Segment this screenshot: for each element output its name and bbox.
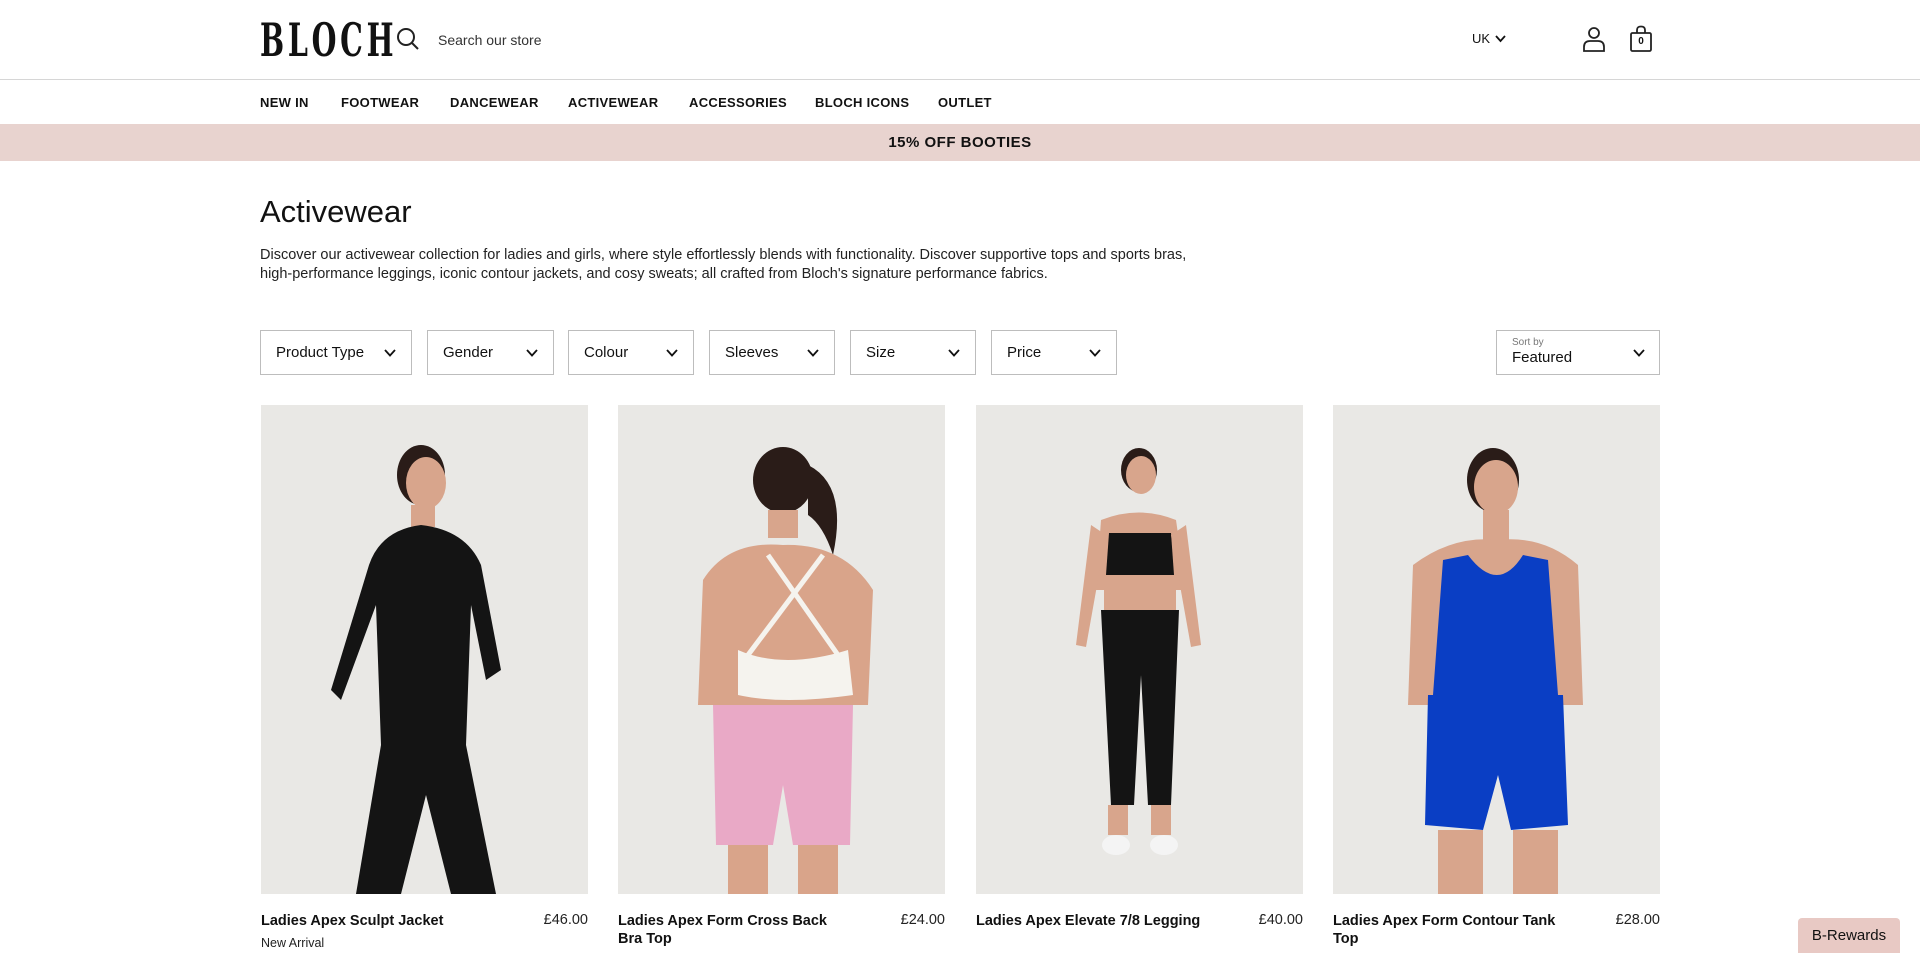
chevron-down-icon: [384, 348, 396, 357]
chevron-down-icon: [948, 348, 960, 357]
region-label: UK: [1472, 31, 1491, 46]
product-image[interactable]: [618, 405, 945, 894]
product-price: £24.00: [900, 912, 945, 928]
filter-label: Price: [1007, 344, 1042, 361]
product-badge: New Arrival: [261, 936, 325, 950]
filter-gender[interactable]: Gender: [427, 330, 554, 375]
product-info: Ladies Apex Form Contour Tank Top £28.00: [1333, 912, 1660, 948]
nav-item-footwear[interactable]: FOOTWEAR: [341, 95, 419, 110]
product-image[interactable]: [976, 405, 1303, 894]
promo-banner[interactable]: 15% OFF BOOTIES: [0, 124, 1920, 161]
nav-item-accessories[interactable]: ACCESSORIES: [689, 95, 787, 110]
product-info: Ladies Apex Sculpt Jacket £46.00: [261, 912, 588, 930]
filter-size[interactable]: Size: [850, 330, 976, 375]
filter-label: Product Type: [276, 344, 365, 361]
nav-item-bloch-icons[interactable]: BLOCH ICONS: [815, 95, 909, 110]
filter-sleeves[interactable]: Sleeves: [709, 330, 835, 375]
product-price: £40.00: [1258, 912, 1303, 928]
filter-colour[interactable]: Colour: [568, 330, 694, 375]
sort-value: Featured: [1512, 349, 1573, 366]
chevron-down-icon: [1089, 348, 1101, 357]
search-icon[interactable]: [395, 26, 421, 52]
product-price: £28.00: [1615, 912, 1660, 928]
filter-product-type[interactable]: Product Type: [260, 330, 412, 375]
nav-item-activewear[interactable]: ACTIVEWEAR: [568, 95, 658, 110]
page-title: Activewear: [260, 194, 412, 229]
sort-dropdown[interactable]: Sort by Featured: [1496, 330, 1660, 375]
product-name[interactable]: Ladies Apex Form Cross Back Bra Top: [618, 912, 848, 948]
product-card[interactable]: Ladies Apex Form Contour Tank Top £28.00: [1333, 405, 1660, 948]
nav-item-new-in[interactable]: NEW IN: [260, 95, 309, 110]
product-info: Ladies Apex Elevate 7/8 Legging £40.00: [976, 912, 1303, 930]
promo-text: 15% OFF BOOTIES: [888, 134, 1032, 151]
chevron-down-icon: [807, 348, 819, 357]
product-card[interactable]: Ladies Apex Elevate 7/8 Legging £40.00: [976, 405, 1303, 930]
filter-label: Gender: [443, 344, 494, 361]
chevron-down-icon: [666, 348, 678, 357]
chevron-down-icon: [1633, 349, 1645, 357]
product-card[interactable]: Ladies Apex Sculpt Jacket £46.00 New Arr…: [261, 405, 588, 950]
filter-label: Colour: [584, 344, 629, 361]
filter-price[interactable]: Price: [991, 330, 1117, 375]
product-image[interactable]: [261, 405, 588, 894]
main-navigation: NEW IN FOOTWEAR DANCEWEAR ACTIVEWEAR ACC…: [0, 81, 1920, 124]
filter-label: Sleeves: [725, 344, 779, 361]
chevron-down-icon: [526, 348, 538, 357]
rewards-button[interactable]: B-Rewards: [1798, 918, 1900, 953]
nav-item-outlet[interactable]: OUTLET: [938, 95, 992, 110]
category-description: Discover our activewear collection for l…: [260, 247, 1187, 282]
chevron-down-icon: [1495, 34, 1506, 42]
product-name[interactable]: Ladies Apex Elevate 7/8 Legging: [976, 912, 1206, 930]
shopping-bag-button[interactable]: 0: [1629, 25, 1653, 53]
product-info: Ladies Apex Form Cross Back Bra Top £24.…: [618, 912, 945, 948]
product-image[interactable]: [1333, 405, 1660, 894]
bag-count: 0: [1638, 36, 1644, 47]
search-input[interactable]: [438, 26, 1038, 54]
nav-item-dancewear[interactable]: DANCEWEAR: [450, 95, 539, 110]
account-icon[interactable]: [1582, 26, 1606, 52]
filter-label: Size: [866, 344, 896, 361]
site-header: BLOCH UK 0: [0, 0, 1920, 80]
product-name[interactable]: Ladies Apex Form Contour Tank Top: [1333, 912, 1563, 948]
product-card[interactable]: Ladies Apex Form Cross Back Bra Top £24.…: [618, 405, 945, 948]
sort-label: Sort by: [1512, 337, 1544, 348]
region-selector[interactable]: UK: [1472, 31, 1506, 46]
product-price: £46.00: [543, 912, 588, 928]
product-name[interactable]: Ladies Apex Sculpt Jacket: [261, 912, 491, 930]
